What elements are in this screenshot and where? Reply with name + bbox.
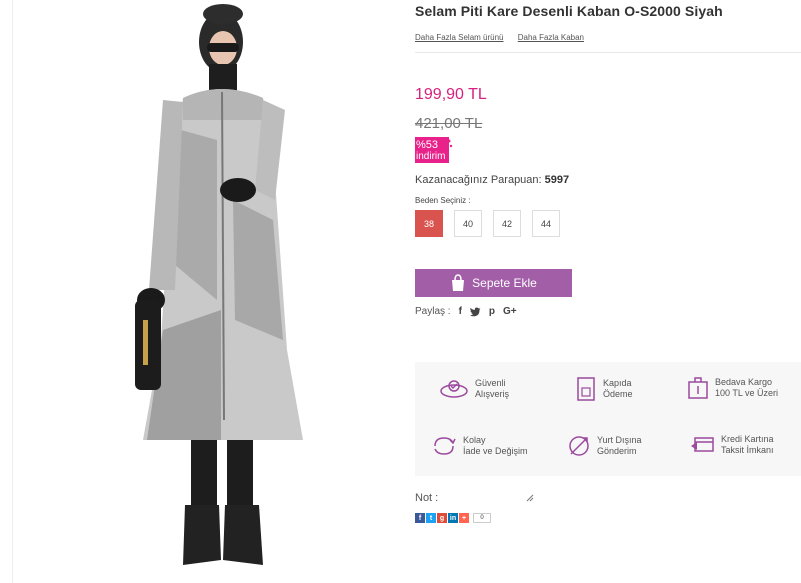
- twitter-share-icon[interactable]: t: [426, 513, 436, 523]
- parapuan-value: 5997: [544, 174, 570, 186]
- twitter-icon[interactable]: [469, 307, 481, 317]
- feature-door-line1: Kapıda: [603, 378, 632, 388]
- feature-easy-return: Kolay İade ve Değişim: [431, 434, 528, 458]
- current-price: 199,90 TL: [415, 86, 487, 103]
- feature-abroad: Yurt Dışına Gönderim: [567, 434, 642, 458]
- facebook-share-icon[interactable]: f: [415, 513, 425, 523]
- discount-word: indirim: [416, 151, 446, 162]
- feature-credit-line2: Taksit İmkanı: [721, 445, 774, 455]
- facebook-icon[interactable]: f: [459, 306, 462, 317]
- size-option-42[interactable]: 42: [493, 210, 521, 237]
- feature-installment: Kredi Kartına Taksit İmkanı: [689, 434, 774, 456]
- feature-door-payment: Kapıda Ödeme: [575, 376, 633, 402]
- features-panel: Güvenli Alışveriş Kapıda Ödeme Bedava Karg…: [415, 362, 801, 476]
- discount-percent: %53: [416, 139, 439, 151]
- secure-shopping-icon: [440, 380, 468, 398]
- feature-secure-line1: Güvenli: [475, 378, 506, 388]
- sparkle-icon: [447, 139, 453, 151]
- size-option-44[interactable]: 44: [532, 210, 560, 237]
- note-label: Not :: [415, 492, 439, 504]
- product-image-panel[interactable]: [12, 0, 397, 583]
- feature-cargo-line2: 100 TL ve Üzeri: [715, 388, 779, 398]
- product-title: Selam Piti Kare Desenli Kaban O-S2000 Si…: [415, 3, 723, 19]
- size-option-40[interactable]: 40: [454, 210, 482, 237]
- product-info-panel: Selam Piti Kare Desenli Kaban O-S2000 Si…: [415, 0, 801, 583]
- divider: [415, 52, 801, 53]
- share-count: 0: [473, 513, 491, 523]
- feature-secure-line2: Alışveriş: [475, 389, 510, 399]
- feature-secure: Güvenli Alışveriş: [439, 377, 509, 401]
- parapuan-info: Kazanacağınız Parapuan: 5997: [415, 174, 569, 186]
- feature-return-line1: Kolay: [463, 435, 486, 445]
- more-category-link[interactable]: Daha Fazla Kaban: [518, 33, 584, 42]
- shopping-bag-icon: [452, 274, 465, 291]
- note-textarea[interactable]: [465, 487, 535, 503]
- pinterest-icon[interactable]: p: [489, 306, 495, 317]
- add-to-cart-button[interactable]: Sepete Ekle: [415, 269, 572, 297]
- share-label: Paylaş :: [415, 306, 451, 317]
- door-payment-icon: [577, 377, 595, 401]
- linkedin-share-icon[interactable]: in: [448, 513, 458, 523]
- add-to-cart-label: Sepete Ekle: [472, 276, 537, 290]
- social-share-bar: f t g in + 0: [415, 513, 491, 523]
- addthis-share-icon[interactable]: +: [459, 513, 469, 523]
- feature-credit-line1: Kredi Kartına: [721, 434, 774, 444]
- easy-return-icon: [434, 437, 456, 455]
- product-photo[interactable]: [123, 0, 323, 583]
- old-price: 421,00 TL: [415, 115, 483, 132]
- size-label: Beden Seçiniz :: [415, 196, 471, 205]
- more-brand-link[interactable]: Daha Fazla Selam ürünü: [415, 33, 504, 42]
- feature-cargo-line1: Bedava Kargo: [715, 377, 773, 387]
- discount-badge: %53 indirim: [415, 137, 449, 163]
- google-share-icon[interactable]: g: [437, 513, 447, 523]
- size-selector: 38 40 42 44: [415, 210, 560, 237]
- free-cargo-icon: [688, 377, 708, 399]
- breadcrumb-links: Daha Fazla Selam ürünü Daha Fazla Kaban: [415, 33, 596, 42]
- share-row: Paylaş : f p G+: [415, 306, 517, 317]
- size-option-38[interactable]: 38: [415, 210, 443, 237]
- feature-return-line2: İade ve Değişim: [463, 446, 528, 456]
- google-plus-icon[interactable]: G+: [503, 306, 517, 317]
- parapuan-label: Kazanacağınız Parapuan:: [415, 174, 542, 186]
- feature-abroad-line1: Yurt Dışına: [597, 435, 642, 445]
- globe-plane-icon: [569, 436, 589, 456]
- feature-abroad-line2: Gönderim: [597, 446, 637, 456]
- feature-free-cargo: Bedava Kargo 100 TL ve Üzeri: [687, 376, 778, 400]
- credit-card-icon: [691, 437, 714, 452]
- feature-door-line2: Ödeme: [603, 389, 633, 399]
